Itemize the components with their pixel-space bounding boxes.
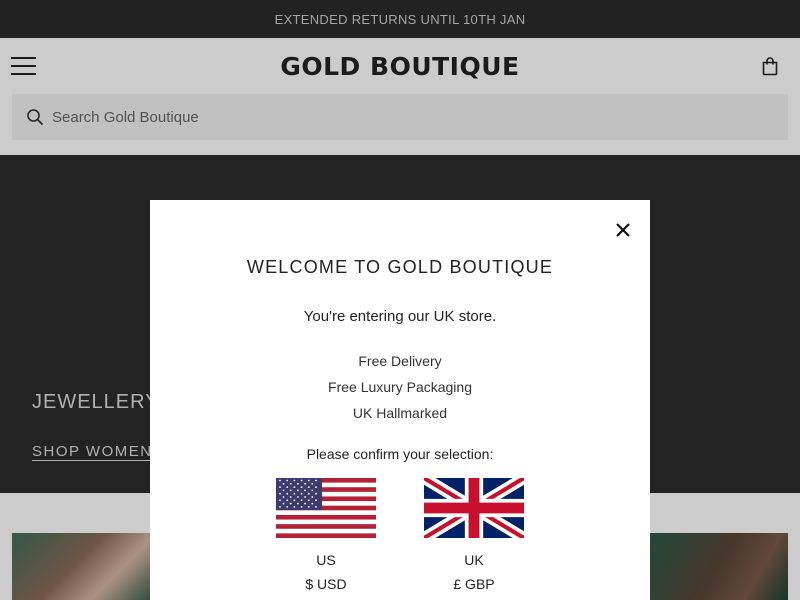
feature-item: Free Luxury Packaging [328, 379, 472, 395]
modal-title: WELCOME TO GOLD BOUTIQUE [246, 257, 554, 277]
confirm-text: Please confirm your selection: [306, 446, 494, 462]
us-flag-icon [276, 478, 376, 538]
us-option-name: US [316, 552, 336, 568]
feature-list: Free Delivery Free Luxury Packaging UK H… [150, 348, 650, 426]
feature-item: UK Hallmarked [352, 405, 448, 421]
us-store-option[interactable]: US $ USD [276, 478, 376, 592]
uk-option-currency: £ GBP [453, 576, 495, 592]
uk-flag-icon [424, 478, 524, 538]
uk-store-option[interactable]: UK £ GBP [424, 478, 524, 592]
modal-subtitle: You're entering our UK store. [303, 308, 497, 325]
feature-item: Free Delivery [358, 353, 442, 369]
uk-option-name: UK [464, 552, 484, 568]
close-icon[interactable] [614, 221, 632, 239]
store-selector-modal: WELCOME TO GOLD BOUTIQUE You're entering… [150, 200, 650, 600]
us-option-currency: $ USD [305, 576, 347, 592]
